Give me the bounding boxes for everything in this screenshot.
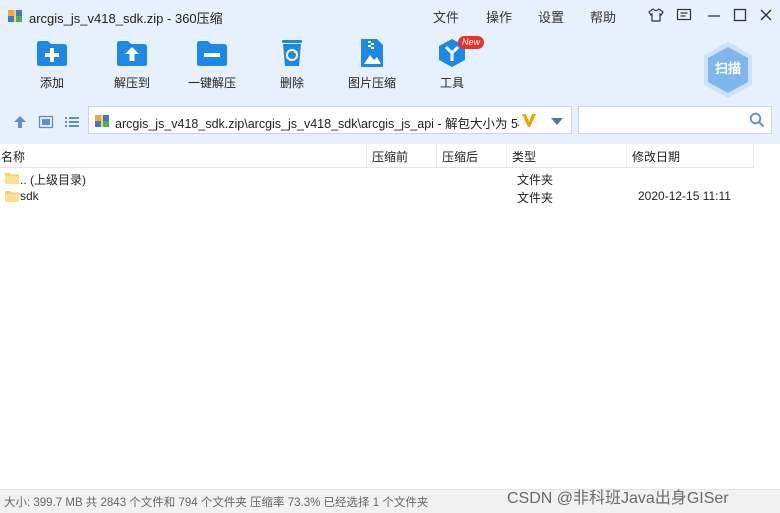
image-compress-label: 图片压缩 <box>347 76 396 90</box>
menu-operate[interactable]: 操作 <box>486 7 512 26</box>
folder-icon <box>5 173 19 184</box>
file-modified: 2020-12-15 11:11 <box>638 189 731 203</box>
watermark: CSDN @非科班Java出身GISer <box>507 490 729 507</box>
file-name: sdk <box>20 189 39 203</box>
one-click-extract-label: 一键解压 <box>187 76 236 90</box>
extract-to-button[interactable]: 解压到 <box>92 38 172 98</box>
delete-label: 删除 <box>279 76 304 90</box>
chevron-down-icon[interactable] <box>549 113 565 129</box>
column-divider <box>436 144 437 167</box>
close-icon[interactable] <box>758 7 774 23</box>
column-divider <box>753 144 754 167</box>
thumbnail-view-icon[interactable] <box>38 114 54 130</box>
extract-folder-icon <box>117 41 147 66</box>
new-badge: New <box>458 36 485 49</box>
tools-label: 工具 <box>439 76 464 90</box>
menu-file[interactable]: 文件 <box>433 7 459 26</box>
status-text: 大小: 399.7 MB 共 2843 个文件和 794 个文件夹 压缩率 73… <box>4 497 429 509</box>
recycle-bin-icon <box>282 40 302 66</box>
column-header: 名称 压缩前 压缩后 类型 修改日期 <box>0 144 780 168</box>
table-row[interactable]: .. (上级目录) 文件夹 <box>0 169 754 187</box>
one-click-extract-icon <box>197 41 227 66</box>
column-compressed-before[interactable]: 压缩前 <box>372 148 408 165</box>
menu-settings[interactable]: 设置 <box>538 7 564 26</box>
search-input[interactable] <box>583 111 747 131</box>
path-text: arcgis_js_v418_sdk.zip\arcgis_js_v418_sd… <box>115 117 519 131</box>
file-name: .. (上级目录) <box>20 173 86 187</box>
skin-shirt-icon[interactable] <box>648 7 664 23</box>
file-type: 文件夹 <box>517 173 554 187</box>
column-divider <box>506 144 507 167</box>
column-divider <box>366 144 367 167</box>
add-archive-icon <box>37 41 67 66</box>
table-row[interactable]: sdk 文件夹 2020-12-15 11:11 <box>0 187 754 205</box>
search-icon[interactable] <box>749 112 765 128</box>
feedback-icon[interactable] <box>676 7 692 23</box>
app-archive-icon <box>8 10 22 22</box>
column-compressed-after[interactable]: 压缩后 <box>442 148 478 165</box>
scan-label: 扫描 <box>714 61 741 76</box>
status-bar: 大小: 399.7 MB 共 2843 个文件和 794 个文件夹 压缩率 73… <box>0 489 780 513</box>
navigation-bar: arcgis_js_v418_sdk.zip\arcgis_js_v418_sd… <box>0 100 780 144</box>
vertical-scroll-area[interactable] <box>754 167 780 489</box>
file-type: 文件夹 <box>517 191 554 205</box>
minimize-icon[interactable] <box>706 7 722 23</box>
zip-file-icon <box>95 115 109 127</box>
window-title: arcgis_js_v418_sdk.zip - 360压缩 <box>29 11 223 26</box>
menu-help[interactable]: 帮助 <box>590 7 616 26</box>
column-type[interactable]: 类型 <box>512 148 536 165</box>
column-name[interactable]: 名称 <box>1 148 25 165</box>
maximize-icon[interactable] <box>732 7 748 23</box>
list-view-icon[interactable] <box>64 114 80 130</box>
up-arrow-icon[interactable] <box>12 114 28 130</box>
scan-button[interactable]: 扫描 <box>698 40 758 100</box>
image-zip-icon <box>361 39 383 67</box>
extract-to-label: 解压到 <box>113 76 150 90</box>
path-bar[interactable]: arcgis_js_v418_sdk.zip\arcgis_js_v418_sd… <box>88 106 572 134</box>
folder-icon <box>5 191 19 202</box>
delete-button[interactable]: 删除 <box>252 38 332 98</box>
v-badge-icon <box>522 114 536 127</box>
add-button[interactable]: 添加 <box>12 38 92 98</box>
title-bar: arcgis_js_v418_sdk.zip - 360压缩 文件 操作 设置 … <box>0 0 780 32</box>
add-label: 添加 <box>39 76 64 90</box>
one-click-extract-button[interactable]: 一键解压 <box>172 38 252 98</box>
image-compress-button[interactable]: 图片压缩 <box>332 38 412 98</box>
column-divider <box>626 144 627 167</box>
column-modified[interactable]: 修改日期 <box>632 148 680 165</box>
search-box[interactable] <box>578 106 772 134</box>
toolbar: 添加 解压到 一键解压 删除 图片压缩 New 工具 扫描 <box>0 32 780 100</box>
tools-button[interactable]: New 工具 <box>412 36 492 98</box>
